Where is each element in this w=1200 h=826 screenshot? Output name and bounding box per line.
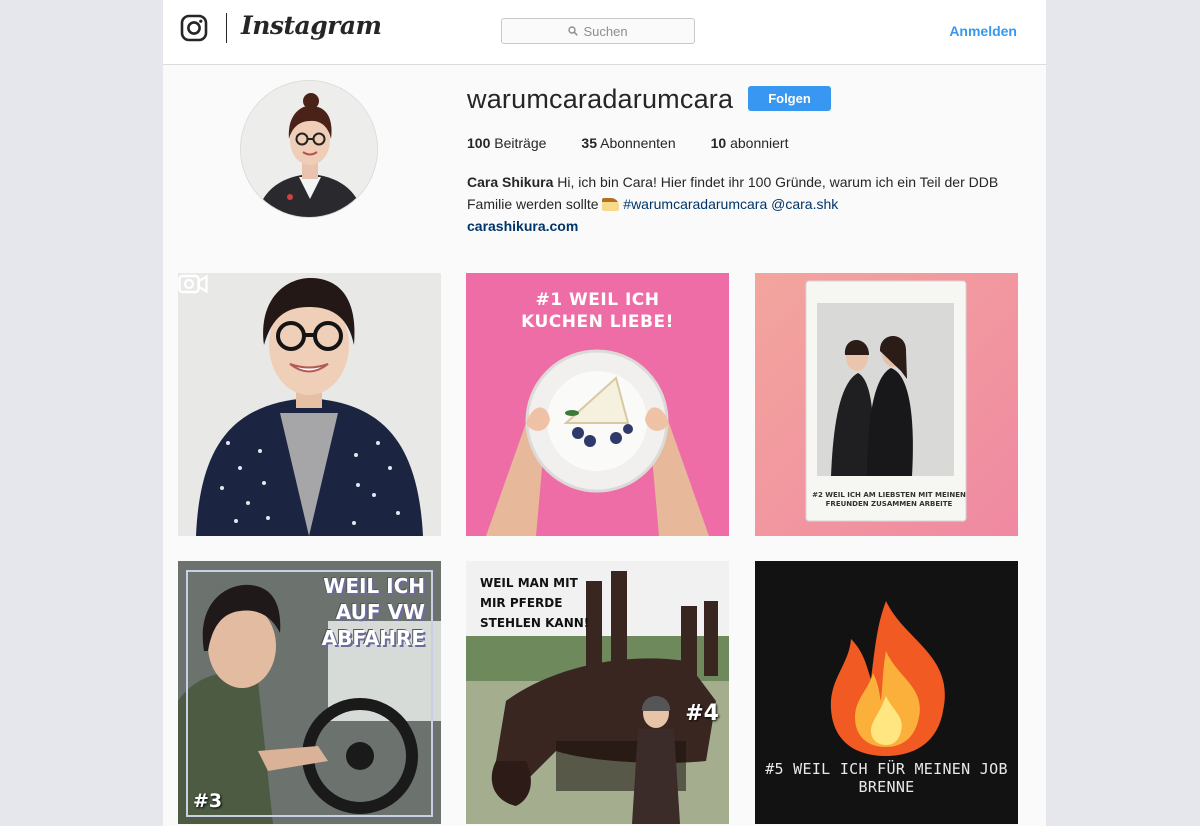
- profile-page: Instagram Suchen Anmelden warumcaradarum…: [163, 0, 1046, 826]
- profile-stats: 100 Beiträge 35 Abonnenten 10 abonniert: [467, 135, 824, 151]
- profile-avatar: [240, 80, 378, 218]
- post-6-caption: #5 WEIL ICH FÜR MEINEN JOB BRENNE: [765, 760, 1008, 796]
- posts-count: 100 Beiträge: [467, 135, 547, 151]
- website-link[interactable]: carashikura.com: [467, 218, 578, 234]
- post-tile-5[interactable]: WEIL MAN MIT MIR PFERDE STEHLEN KANN! #4: [466, 561, 729, 824]
- post-tile-2[interactable]: #1 WEIL ICH KUCHEN LIEBE!: [466, 273, 729, 536]
- top-navigation: Instagram Suchen Anmelden: [163, 0, 1046, 65]
- follow-button[interactable]: Folgen: [748, 86, 831, 111]
- bio-hashtag-link[interactable]: #warumcaradarumcara: [623, 196, 767, 212]
- post-3-caption: #2 WEIL ICH AM LIEBSTEN MIT MEINEN FREUN…: [812, 491, 966, 508]
- post-tile-3[interactable]: #2 WEIL ICH AM LIEBSTEN MIT MEINEN FREUN…: [755, 273, 1018, 536]
- post-1-image: [178, 273, 441, 536]
- post-2-caption: #1 WEIL ICH KUCHEN LIEBE!: [521, 290, 674, 332]
- login-link[interactable]: Anmelden: [949, 23, 1017, 39]
- profile-bio: Cara Shikura Hi, ich bin Cara! Hier find…: [467, 171, 1027, 237]
- post-tile-1[interactable]: [178, 273, 441, 536]
- post-tile-6[interactable]: #5 WEIL ICH FÜR MEINEN JOB BRENNE: [755, 561, 1018, 824]
- followers-count[interactable]: 35 Abonnenten: [581, 135, 675, 151]
- post-4-caption: WEIL ICH AUF VW ABFAHRE: [321, 574, 425, 650]
- cake-emoji-icon: [602, 198, 620, 211]
- instagram-camera-icon[interactable]: [180, 14, 208, 42]
- search-placeholder: Suchen: [583, 23, 628, 39]
- bio-mention-link[interactable]: @cara.shk: [771, 196, 838, 212]
- video-icon: [178, 274, 208, 294]
- following-count[interactable]: 10 abonniert: [711, 135, 789, 151]
- post-5-caption: WEIL MAN MIT MIR PFERDE STEHLEN KANN!: [480, 576, 590, 630]
- instagram-wordmark[interactable]: Instagram: [241, 11, 382, 40]
- logo-divider: [226, 13, 227, 43]
- profile-username: warumcaradarumcara: [467, 84, 734, 114]
- post-tile-4[interactable]: WEIL ICH AUF VW ABFAHRE #3: [178, 561, 441, 824]
- search-icon: [568, 26, 579, 36]
- search-input[interactable]: Suchen: [501, 18, 695, 44]
- post-5-number: #4: [685, 701, 719, 726]
- profile-full-name: Cara Shikura: [467, 174, 554, 190]
- post-4-number: #3: [193, 790, 223, 812]
